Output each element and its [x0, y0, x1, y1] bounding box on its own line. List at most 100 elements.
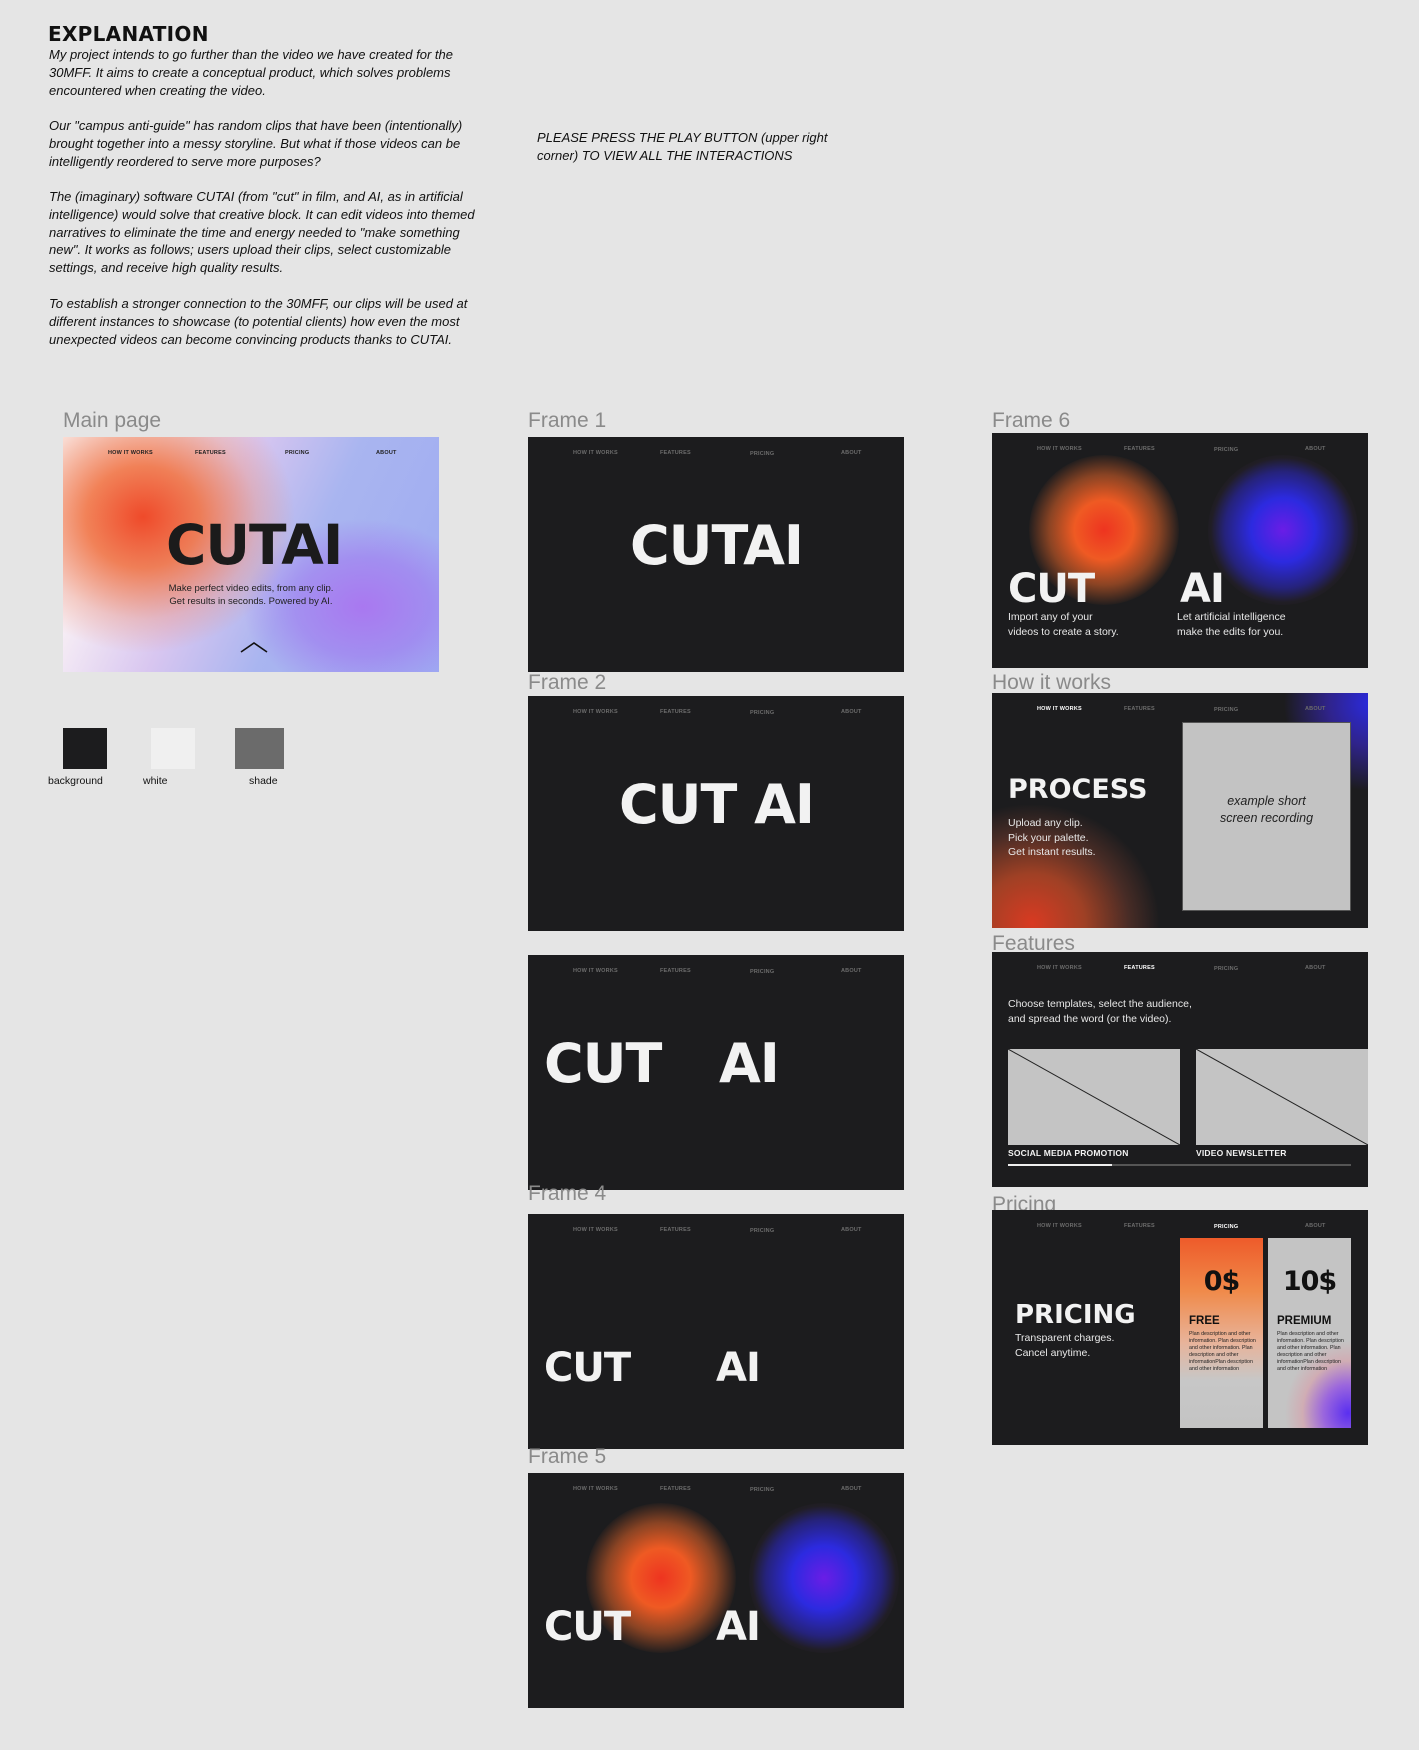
- frame6-cut: CUT: [1008, 566, 1095, 612]
- nav-about[interactable]: ABOUT: [1305, 446, 1326, 452]
- cut-description: Import any of your videos to create a sto…: [1008, 611, 1119, 638]
- nav-how-it-works[interactable]: HOW IT WORKS: [573, 450, 618, 456]
- free-plan-card[interactable]: 0$ FREE Plan description and other infor…: [1180, 1238, 1263, 1428]
- nav-features[interactable]: FEATURES: [1124, 706, 1155, 712]
- how-it-works-frame[interactable]: HOW IT WORKS FEATURES PRICING ABOUT PROC…: [992, 693, 1368, 928]
- frame-label-main: Main page: [63, 409, 162, 432]
- social-media-caption: SOCIAL MEDIA PROMOTION: [1008, 1148, 1129, 1158]
- nav-how-it-works[interactable]: HOW IT WORKS: [108, 450, 153, 456]
- pricing-frame[interactable]: HOW IT WORKS FEATURES PRICING ABOUT PRIC…: [992, 1210, 1368, 1445]
- nav-how-it-works[interactable]: HOW IT WORKS: [573, 1486, 618, 1492]
- video-placeholder-text: example short screen recording: [1219, 794, 1314, 825]
- nav-bar: HOW IT WORKS FEATURES PRICING ABOUT: [528, 437, 904, 457]
- frame6-ai: AI: [1180, 566, 1225, 612]
- process-steps: Upload any clip. Pick your palette. Get …: [1008, 817, 1096, 858]
- explanation-paragraph-4: To establish a stronger connection to th…: [49, 296, 468, 347]
- nav-bar: HOW IT WORKS FEATURES PRICING ABOUT: [992, 693, 1368, 713]
- nav-about[interactable]: ABOUT: [376, 450, 397, 456]
- premium-plan-card[interactable]: 10$ PREMIUM Plan description and other i…: [1268, 1238, 1351, 1428]
- nav-about[interactable]: ABOUT: [841, 1227, 862, 1233]
- swatch-background: [63, 728, 107, 769]
- nav-features[interactable]: FEATURES: [1124, 1223, 1155, 1229]
- free-price: 0$: [1203, 1266, 1241, 1297]
- frame-6[interactable]: HOW IT WORKS FEATURES PRICING ABOUT CUT …: [992, 433, 1368, 668]
- nav-bar: HOW IT WORKS FEATURES PRICING ABOUT: [528, 1214, 904, 1234]
- carousel-scrollbar[interactable]: [1008, 1164, 1351, 1166]
- nav-features[interactable]: FEATURES: [660, 1486, 691, 1492]
- frame-label-5: Frame 5: [528, 1445, 607, 1468]
- nav-about[interactable]: ABOUT: [841, 1486, 862, 1492]
- free-plan-description: Plan description and other information. …: [1189, 1331, 1256, 1372]
- frame2-title: CUT AI: [619, 773, 815, 836]
- nav-features[interactable]: FEATURES: [660, 450, 691, 456]
- nav-pricing[interactable]: PRICING: [1214, 966, 1238, 972]
- swatch-label-background: background: [48, 775, 103, 787]
- pricing-subtitle: Transparent charges. Cancel anytime.: [1015, 1332, 1115, 1359]
- nav-how-it-works[interactable]: HOW IT WORKS: [1037, 446, 1082, 452]
- nav-pricing[interactable]: PRICING: [750, 1487, 774, 1493]
- nav-how-it-works[interactable]: HOW IT WORKS: [1037, 706, 1082, 712]
- features-intro: Choose templates, select the audience, a…: [1008, 998, 1192, 1025]
- nav-pricing[interactable]: PRICING: [1214, 447, 1238, 453]
- frame4-cut: CUT: [544, 1345, 631, 1391]
- social-media-thumbnail[interactable]: [1008, 1049, 1180, 1145]
- nav-how-it-works[interactable]: HOW IT WORKS: [1037, 1223, 1082, 1229]
- nav-how-it-works[interactable]: HOW IT WORKS: [573, 709, 618, 715]
- nav-how-it-works[interactable]: HOW IT WORKS: [573, 1227, 618, 1233]
- frame-4[interactable]: HOW IT WORKS FEATURES PRICING ABOUT CUT …: [528, 1214, 904, 1449]
- frame-3[interactable]: HOW IT WORKS FEATURES PRICING ABOUT CUT …: [528, 955, 904, 1190]
- free-plan-name: FREE: [1189, 1315, 1220, 1327]
- nav-pricing[interactable]: PRICING: [750, 1228, 774, 1234]
- nav-about[interactable]: ABOUT: [841, 709, 862, 715]
- hero-title: CUTAI: [166, 513, 343, 577]
- video-placeholder[interactable]: example short screen recording: [1182, 722, 1351, 911]
- nav-features[interactable]: FEATURES: [660, 709, 691, 715]
- main-page-frame[interactable]: HOW IT WORKS FEATURES PRICING ABOUT CUTA…: [63, 437, 439, 672]
- nav-features[interactable]: FEATURES: [1124, 446, 1155, 452]
- nav-bar: HOW IT WORKS FEATURES PRICING ABOUT: [992, 952, 1368, 972]
- nav-pricing[interactable]: PRICING: [750, 451, 774, 457]
- nav-how-it-works[interactable]: HOW IT WORKS: [573, 968, 618, 974]
- premium-plan-description: Plan description and other information. …: [1277, 1331, 1344, 1372]
- nav-pricing[interactable]: PRICING: [750, 969, 774, 975]
- nav-pricing[interactable]: PRICING: [1214, 1224, 1238, 1230]
- blue-orb: [1208, 455, 1358, 605]
- frame-label-4: Frame 4: [528, 1182, 607, 1205]
- nav-about[interactable]: ABOUT: [841, 968, 862, 974]
- frame-1[interactable]: HOW IT WORKS FEATURES PRICING ABOUT CUTA…: [528, 437, 904, 672]
- frame5-ai: AI: [716, 1604, 761, 1650]
- features-frame[interactable]: HOW IT WORKS FEATURES PRICING ABOUT Choo…: [992, 952, 1368, 1187]
- frame3-ai: AI: [719, 1032, 780, 1095]
- explanation-paragraph-1: My project intends to go further than th…: [49, 47, 453, 98]
- nav-bar: HOW IT WORKS FEATURES PRICING ABOUT: [63, 437, 439, 457]
- nav-pricing[interactable]: PRICING: [750, 710, 774, 716]
- frame-label-2: Frame 2: [528, 671, 607, 694]
- chevron-up-icon[interactable]: [239, 640, 269, 654]
- nav-about[interactable]: ABOUT: [1305, 706, 1326, 712]
- nav-features[interactable]: FEATURES: [660, 968, 691, 974]
- nav-how-it-works[interactable]: HOW IT WORKS: [1037, 965, 1082, 971]
- nav-about[interactable]: ABOUT: [1305, 1223, 1326, 1229]
- swatch-white: [151, 728, 195, 769]
- nav-about[interactable]: ABOUT: [841, 450, 862, 456]
- swatch-label-shade: shade: [249, 775, 278, 787]
- carousel-scroll-thumb[interactable]: [1008, 1164, 1112, 1166]
- nav-pricing[interactable]: PRICING: [1214, 707, 1238, 713]
- video-newsletter-thumbnail[interactable]: [1196, 1049, 1368, 1145]
- frame-2[interactable]: HOW IT WORKS FEATURES PRICING ABOUT CUT …: [528, 696, 904, 931]
- nav-bar: HOW IT WORKS FEATURES PRICING ABOUT: [528, 696, 904, 716]
- swatch-shade: [235, 728, 284, 769]
- nav-bar: HOW IT WORKS FEATURES PRICING ABOUT: [528, 1473, 904, 1493]
- nav-features[interactable]: FEATURES: [1124, 965, 1155, 971]
- frame1-title: CUTAI: [630, 514, 804, 577]
- nav-features[interactable]: FEATURES: [660, 1227, 691, 1233]
- nav-features[interactable]: FEATURES: [195, 450, 226, 456]
- frame-5[interactable]: HOW IT WORKS FEATURES PRICING ABOUT CUT …: [528, 1473, 904, 1708]
- video-newsletter-caption: VIDEO NEWSLETTER: [1196, 1148, 1287, 1158]
- nav-about[interactable]: ABOUT: [1305, 965, 1326, 971]
- frame3-cut: CUT: [544, 1032, 662, 1095]
- nav-bar: HOW IT WORKS FEATURES PRICING ABOUT: [528, 955, 904, 975]
- hero-tagline: Make perfect video edits, from any clip.…: [168, 583, 334, 607]
- frame-label-1: Frame 1: [528, 409, 607, 432]
- nav-pricing[interactable]: PRICING: [285, 450, 309, 456]
